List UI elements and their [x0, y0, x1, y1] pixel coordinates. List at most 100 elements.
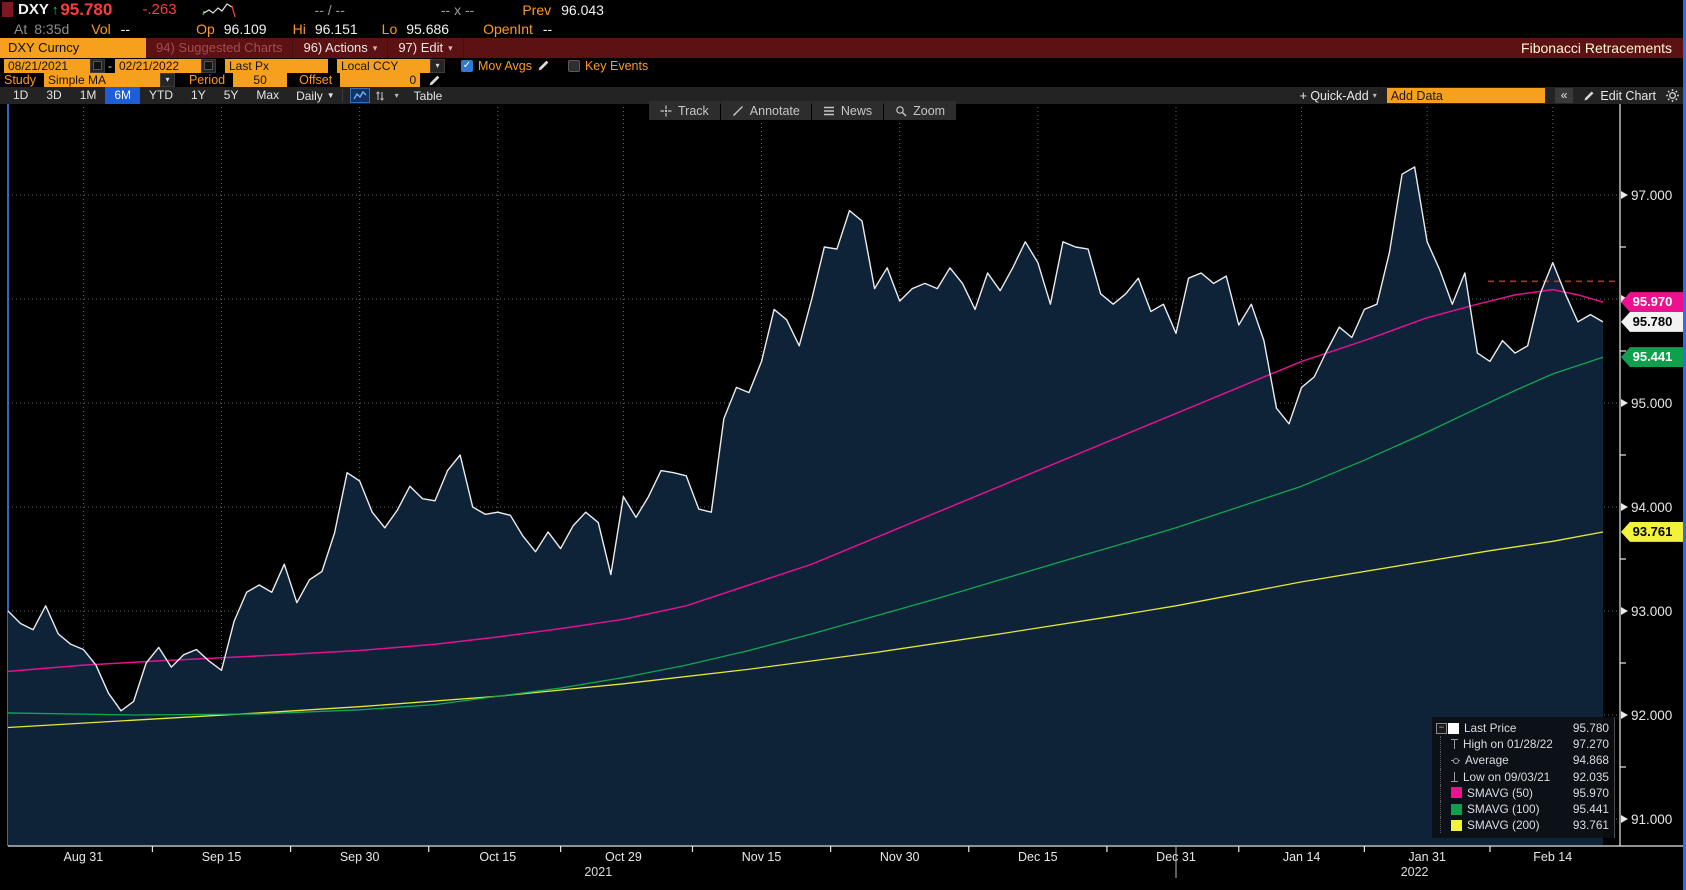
edit-study-pencil-icon[interactable] [428, 74, 441, 87]
line-chart-type-button[interactable] [349, 88, 370, 103]
axis-price-badge: 95.780 [1621, 311, 1684, 332]
ticker-input[interactable]: DXY Curncy [0, 38, 146, 58]
range-tab-1M[interactable]: 1M [71, 87, 106, 104]
suggested-charts-menu[interactable]: 94) Suggested Charts [146, 38, 294, 58]
year-label: 2022 [1401, 865, 1429, 879]
zoom-button[interactable]: Zoom [884, 101, 957, 120]
y-tick-arrow [1621, 399, 1628, 407]
vol-label: Vol [91, 20, 111, 37]
legend-avg-marker-icon [1451, 758, 1460, 765]
legend-value: 93.761 [1572, 818, 1609, 833]
gear-icon[interactable] [1665, 88, 1680, 103]
x-axis-label: Oct 15 [479, 850, 516, 864]
range-tab-Max[interactable]: Max [247, 87, 288, 104]
x-axis-label: Oct 29 [605, 850, 642, 864]
legend-row[interactable]: Average 94.868 [1436, 752, 1609, 769]
price-field-select[interactable]: Last Px [225, 58, 328, 73]
chevron-down-icon: ▼ [326, 91, 335, 100]
legend-row[interactable]: High on 01/28/22 97.270 [1436, 736, 1609, 753]
y-axis-label: 91.000 [1631, 812, 1672, 827]
zoom-label: Zoom [913, 103, 946, 118]
legend-row[interactable]: SMAVG (50) 95.970 [1436, 784, 1609, 801]
annotate-button[interactable]: Annotate [720, 101, 811, 120]
legend-value: 95.441 [1572, 802, 1609, 817]
legend-collapse-icon[interactable] [1436, 722, 1447, 734]
range-tabs: 1D 3D 1M 6M YTD 1Y 5Y Max [4, 87, 288, 104]
key-events-checkbox[interactable] [567, 59, 580, 72]
news-list-icon [823, 106, 834, 115]
news-label: News [840, 103, 873, 118]
chevron-down-icon: ▾ [1372, 91, 1377, 100]
legend-value: 95.970 [1572, 785, 1609, 800]
prev-label: Prev [522, 1, 552, 18]
security-symbol: DXY [18, 1, 49, 18]
y-tick-arrow [1621, 815, 1628, 823]
sparkline-chart [201, 2, 236, 17]
chart-tools-bar: Track Annotate News Zoom [649, 101, 957, 120]
edit-mov-avgs-pencil-icon[interactable] [537, 59, 550, 72]
high-value: 96.151 [314, 20, 358, 37]
edit-menu[interactable]: 97) Edit ▾ [388, 38, 464, 58]
legend-label: SMAVG (50) [1467, 785, 1533, 800]
period-input[interactable]: 50 [233, 73, 288, 87]
range-tab-1D[interactable]: 1D [4, 87, 37, 104]
date-from-field[interactable]: 08/21/2021 [4, 58, 90, 73]
legend-label: Average [1465, 753, 1509, 768]
range-tab-3D[interactable]: 3D [37, 87, 70, 104]
actions-label: 96) Actions [303, 40, 368, 55]
legend-row[interactable]: SMAVG (200) 93.761 [1436, 817, 1609, 834]
currency-select[interactable]: Local CCY [337, 58, 430, 73]
legend-tree-line [1440, 817, 1451, 834]
frequency-select[interactable]: Daily ▼ [296, 89, 335, 103]
y-tick-arrow [1621, 191, 1628, 199]
calendar-icon[interactable] [201, 58, 216, 73]
prev-value: 96.043 [561, 1, 604, 18]
quick-add-button[interactable]: + Quick-Add ▾ [1300, 89, 1377, 103]
range-tab-5Y[interactable]: 5Y [215, 87, 248, 104]
range-tab-1Y[interactable]: 1Y [182, 87, 215, 104]
quick-add-label: + Quick-Add [1299, 88, 1369, 103]
legend-tree-line [1440, 784, 1451, 801]
axis-price-badge: 93.761 [1621, 521, 1684, 542]
legend-row[interactable]: SMAVG (100) 95.441 [1436, 800, 1609, 818]
legend-row[interactable]: Last Price 95.780 [1436, 720, 1609, 736]
legend-label: SMAVG (200) [1467, 818, 1540, 833]
news-button[interactable]: News [811, 101, 884, 120]
edit-chart-button[interactable]: Edit Chart [1583, 89, 1656, 103]
add-data-input[interactable] [1386, 88, 1545, 103]
date-to-field[interactable]: 02/21/2022 [115, 58, 201, 73]
calendar-icon[interactable] [90, 58, 105, 73]
chart-legend: Last Price95.780High on 01/28/2297.270Av… [1432, 717, 1615, 838]
x-axis-label: Aug 31 [64, 850, 104, 864]
cross-field: -- x -- [440, 1, 475, 18]
currency-dropdown-button[interactable]: ▾ [430, 58, 445, 73]
quote-bar: DXY ↑ 95.780 -.263 -- / -- -- x -- Prev … [0, 0, 1686, 38]
legend-high-marker-icon [1451, 738, 1458, 750]
open-label: Op [196, 20, 215, 37]
study-label: Study [4, 73, 36, 87]
track-button[interactable]: Track [649, 101, 720, 120]
y-tick-arrow [1621, 607, 1628, 615]
axis-price-badge: 95.441 [1621, 347, 1684, 368]
up-down-arrows-icon [375, 90, 384, 101]
legend-value: 97.270 [1572, 737, 1609, 752]
legend-row[interactable]: Low on 09/03/21 92.035 [1436, 768, 1609, 785]
x-axis-label: Dec 15 [1018, 850, 1058, 864]
chart-type-dropdown[interactable]: ▾ [390, 88, 404, 103]
y-axis-label: 92.000 [1631, 708, 1672, 723]
axis-price-badge: 95.970 [1621, 292, 1684, 313]
price-up-arrow-icon: ↑ [51, 2, 59, 17]
study-dropdown-button[interactable]: ▾ [159, 73, 175, 87]
mov-avgs-checkbox[interactable]: ✓ [461, 59, 473, 72]
y-tick-arrow [1621, 503, 1628, 511]
x-axis-label: Nov 30 [880, 850, 920, 864]
y-axis-label: 95.000 [1631, 396, 1672, 411]
offset-input[interactable]: 0 [340, 73, 421, 87]
axis-scale-button[interactable] [370, 88, 390, 103]
actions-menu[interactable]: 96) Actions ▾ [293, 38, 389, 58]
table-button[interactable]: Table [414, 89, 443, 103]
range-tab-6M[interactable]: 6M [105, 87, 141, 104]
range-tab-YTD[interactable]: YTD [140, 87, 182, 104]
collapse-panel-button[interactable]: « [1554, 88, 1574, 103]
study-select[interactable]: Simple MA [43, 73, 160, 87]
